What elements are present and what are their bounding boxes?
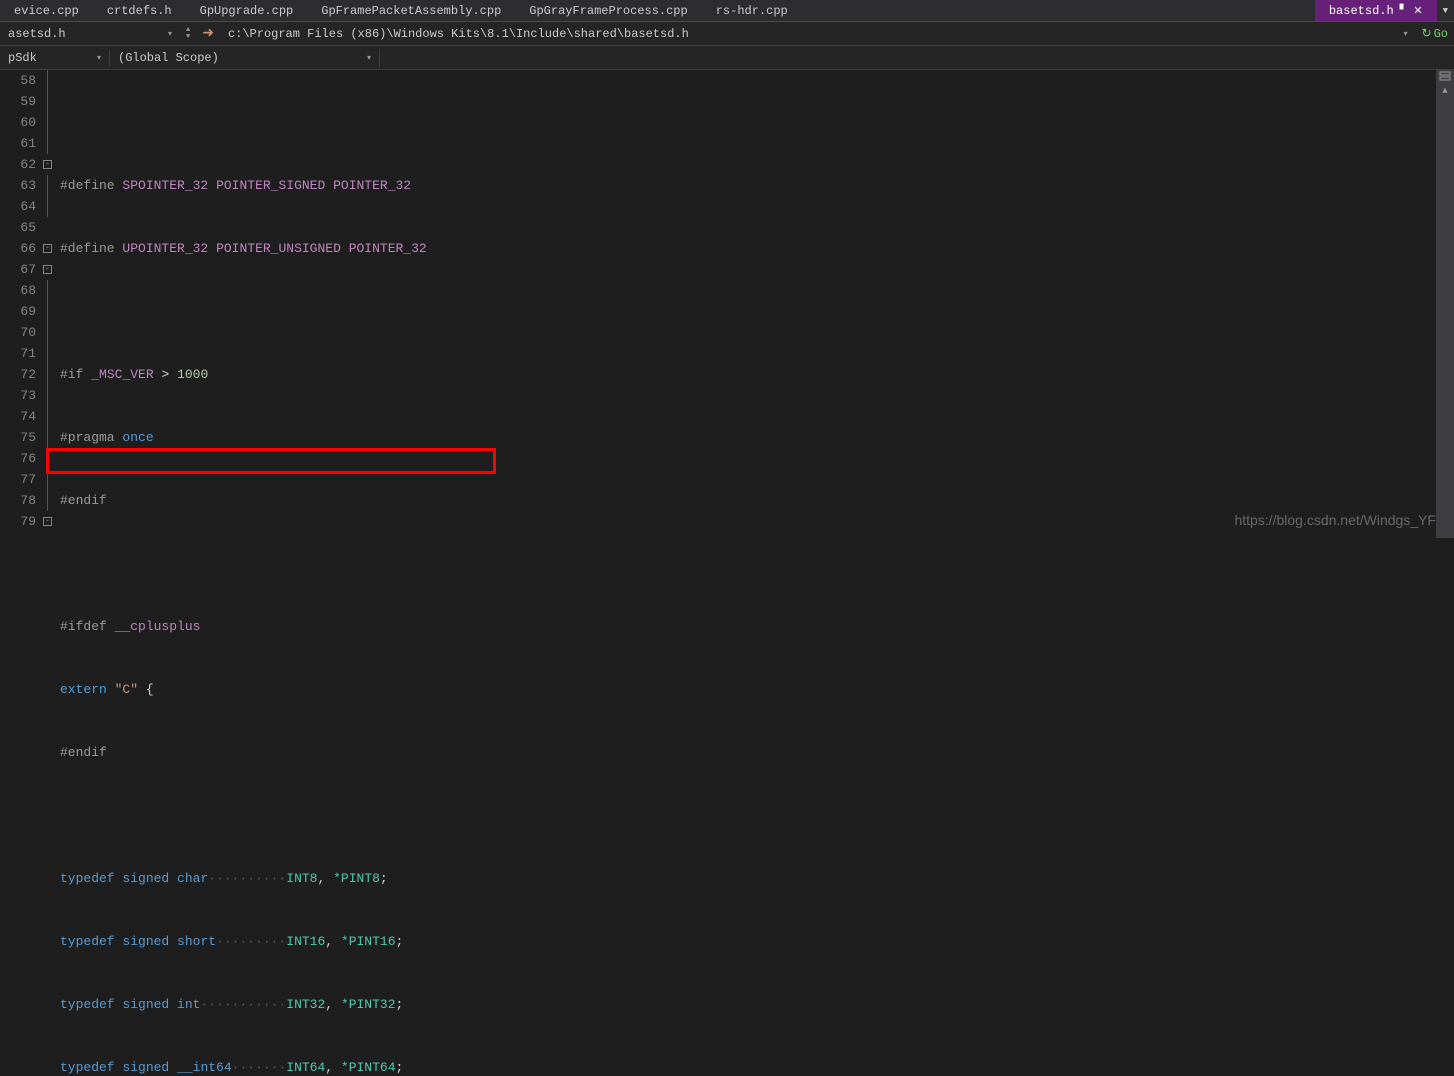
- tab-file[interactable]: crtdefs.h: [93, 0, 186, 21]
- fold-line: [47, 364, 56, 385]
- tab-file[interactable]: GpUpgrade.cpp: [186, 0, 308, 21]
- fold-column: - - - -: [42, 70, 56, 538]
- fold-line: [47, 133, 56, 154]
- fold-line: [47, 322, 56, 343]
- fold-minus-icon[interactable]: -: [43, 160, 52, 169]
- dropdown-arrow-icon: ▾: [367, 53, 371, 63]
- tab-file-active[interactable]: basetsd.h ▘ ✕: [1315, 0, 1437, 21]
- down-arrow-icon[interactable]: ▼: [186, 34, 190, 41]
- navigation-bar: asetsd.h ▾ ▲ ▼ ➜ c:\Program Files (x86)\…: [0, 22, 1454, 46]
- tab-file[interactable]: rs-hdr.cpp: [702, 0, 802, 21]
- watermark-text: https://blog.csdn.net/Windgs_YF: [1234, 512, 1436, 528]
- tab-file[interactable]: GpFramePacketAssembly.cpp: [307, 0, 515, 21]
- code-editor[interactable]: 58 59 60 61 62 63 64 65 66 67 68 69 70 7…: [0, 70, 1454, 538]
- scope-dropdown[interactable]: (Global Scope) ▾: [110, 49, 380, 67]
- fold-line: [47, 448, 56, 469]
- scroll-up-icon[interactable]: ▲: [1436, 82, 1454, 100]
- project-dropdown[interactable]: pSdk ▾: [0, 49, 110, 67]
- fold-line: [47, 343, 56, 364]
- fold-line: [47, 112, 56, 133]
- fold-line: [47, 280, 56, 301]
- file-path: c:\Program Files (x86)\Windows Kits\8.1\…: [224, 27, 693, 41]
- fold-line: [47, 70, 56, 91]
- line-number-gutter: 58 59 60 61 62 63 64 65 66 67 68 69 70 7…: [0, 70, 42, 538]
- fold-line: [47, 406, 56, 427]
- split-icon[interactable]: [1436, 70, 1454, 82]
- go-arrow-icon: ↻: [1422, 26, 1432, 41]
- vertical-scrollbar[interactable]: ▲: [1436, 70, 1454, 538]
- fold-minus-icon[interactable]: -: [43, 265, 52, 274]
- fold-line: [47, 490, 56, 511]
- tab-bar: evice.cpp crtdefs.h GpUpgrade.cpp GpFram…: [0, 0, 1454, 22]
- fold-line: [47, 301, 56, 322]
- dropdown-arrow-icon: ▾: [97, 53, 101, 63]
- nav-history-arrows[interactable]: ▲ ▼: [184, 27, 192, 41]
- pin-icon[interactable]: ▘: [1400, 5, 1408, 17]
- tab-overflow-icon[interactable]: ▼: [1437, 6, 1454, 16]
- close-icon[interactable]: ✕: [1413, 4, 1422, 18]
- forward-arrow-icon[interactable]: ➜: [196, 25, 220, 42]
- code-content[interactable]: #define SPOINTER_32 POINTER_SIGNED POINT…: [56, 70, 1454, 538]
- fold-minus-icon[interactable]: -: [43, 517, 52, 526]
- context-bar: pSdk ▾ (Global Scope) ▾: [0, 46, 1454, 70]
- path-dropdown-icon[interactable]: ▾: [1400, 29, 1412, 39]
- fold-line: [47, 91, 56, 112]
- go-button[interactable]: ↻ Go: [1416, 26, 1454, 41]
- fold-line: [47, 196, 56, 217]
- fold-line: [47, 469, 56, 490]
- fold-line: [47, 385, 56, 406]
- file-dropdown[interactable]: asetsd.h ▾: [0, 25, 180, 43]
- fold-line: [47, 175, 56, 196]
- tab-file[interactable]: evice.cpp: [0, 0, 93, 21]
- dropdown-arrow-icon: ▾: [168, 29, 172, 39]
- fold-minus-icon[interactable]: -: [43, 244, 52, 253]
- fold-line: [47, 427, 56, 448]
- tab-file[interactable]: GpGrayFrameProcess.cpp: [515, 0, 701, 21]
